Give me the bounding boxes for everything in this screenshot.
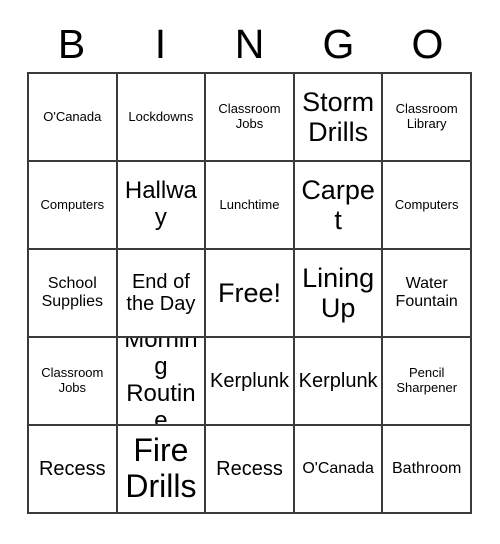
bingo-cell-i3[interactable]: End of the Day	[117, 250, 207, 338]
bingo-cell-o2[interactable]: Computers	[383, 162, 472, 250]
bingo-cell-label: Computers	[394, 196, 459, 212]
bingo-card: B I N G O O'Canada Lockdowns Classroom J…	[0, 0, 500, 544]
bingo-cell-o1[interactable]: Classroom Library	[383, 74, 472, 162]
bingo-cell-o4[interactable]: Pencil Sharpener	[383, 338, 472, 426]
bingo-cell-label: Kerplunk	[210, 369, 289, 392]
bingo-cell-label: Lining Up	[302, 262, 375, 323]
bingo-cell-label: Bathroom	[392, 460, 462, 478]
bingo-cell-i1[interactable]: Lockdowns	[117, 74, 207, 162]
bingo-cell-g5[interactable]: O'Canada	[294, 426, 384, 514]
header-letter-i: I	[154, 20, 167, 67]
bingo-cell-g3[interactable]: Lining Up	[294, 250, 384, 338]
bingo-cell-b4[interactable]: Classroom Jobs	[29, 338, 118, 426]
bingo-cell-o3[interactable]: Water Fountain	[383, 250, 472, 338]
bingo-cell-b3[interactable]: School Supplies	[29, 250, 118, 338]
bingo-cell-i2[interactable]: Hallway	[117, 162, 207, 250]
bingo-cell-label: School Supplies	[41, 275, 103, 310]
bingo-cell-label: Computers	[40, 196, 105, 212]
bingo-cell-g1[interactable]: Storm Drills	[294, 74, 384, 162]
bingo-header: B I N G O	[27, 18, 472, 70]
bingo-cell-g4[interactable]: Kerplunk	[294, 338, 384, 426]
bingo-cell-b1[interactable]: O'Canada	[29, 74, 118, 162]
bingo-cell-i4[interactable]: Morning Routine	[117, 338, 207, 426]
bingo-cell-label: Classroom Library	[395, 101, 458, 131]
bingo-cell-label: Classroom Jobs	[41, 365, 104, 395]
bingo-cell-n1[interactable]: Classroom Jobs	[206, 74, 295, 162]
bingo-cell-label: O'Canada	[43, 108, 102, 124]
bingo-cell-i5[interactable]: Fire Drills	[117, 426, 207, 514]
bingo-cell-n2[interactable]: Lunchtime	[206, 162, 295, 250]
header-letter-b: B	[57, 20, 86, 67]
bingo-cell-label: Lockdowns	[128, 108, 194, 124]
bingo-cell-label: Hallway	[124, 177, 197, 231]
bingo-cell-label: Recess	[38, 457, 106, 480]
bingo-cell-label: Water Fountain	[395, 275, 458, 310]
bingo-grid: O'Canada Lockdowns Classroom Jobs Storm …	[27, 72, 472, 514]
bingo-cell-label: O'Canada	[302, 460, 374, 478]
bingo-cell-g2[interactable]: Carpet	[294, 162, 384, 250]
bingo-cell-n4[interactable]: Kerplunk	[206, 338, 295, 426]
bingo-cell-label: Classroom Jobs	[218, 101, 281, 131]
bingo-cell-label: Pencil Sharpener	[396, 365, 458, 395]
bingo-cell-label: Morning Routine	[124, 338, 198, 426]
bingo-cell-label: Storm Drills	[302, 86, 375, 147]
header-letter-o: O	[411, 20, 444, 67]
bingo-cell-o5[interactable]: Bathroom	[383, 426, 472, 514]
header-letter-n: N	[234, 20, 265, 67]
bingo-cell-label: End of the Day	[126, 270, 196, 315]
bingo-cell-n5[interactable]: Recess	[206, 426, 295, 514]
header-letter-g: G	[322, 20, 355, 67]
bingo-cell-label: Lunchtime	[219, 196, 280, 212]
bingo-cell-label: Carpet	[301, 174, 375, 235]
bingo-cell-label: Recess	[216, 457, 283, 480]
bingo-cell-free[interactable]: Free!	[206, 250, 295, 338]
bingo-cell-b5[interactable]: Recess	[29, 426, 118, 514]
bingo-cell-label: Kerplunk	[298, 369, 378, 392]
bingo-cell-label: Fire Drills	[125, 432, 197, 504]
bingo-cell-b2[interactable]: Computers	[29, 162, 118, 250]
bingo-cell-label: Free!	[217, 277, 281, 308]
